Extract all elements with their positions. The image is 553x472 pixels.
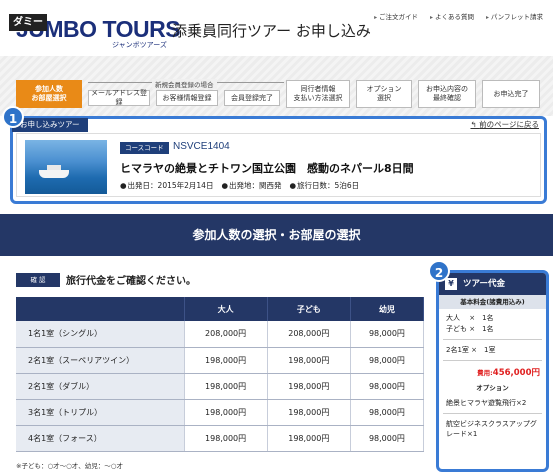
table-row: 1名1室（シングル） 208,000円 208,000円 98,000円 xyxy=(16,321,425,348)
step-email-registration: メールアドレス登録 xyxy=(88,89,150,106)
tour-meta: 出発日：2015年2月14日 出発地：関西発 旅行日数：5泊6日 xyxy=(120,180,360,191)
trip-duration: 旅行日数：5泊6日 xyxy=(290,180,359,191)
table-row: 2名1室（ダブル） 198,000円 198,000円 98,000円 xyxy=(16,373,425,400)
adult-price: 198,000円 xyxy=(184,399,268,426)
departure-date: 出発日：2015年2月14日 xyxy=(120,180,214,191)
room-type: 2名1室（スーペリアツイン） xyxy=(16,347,185,374)
yen-icon: ¥ xyxy=(445,277,457,290)
infant-header: 幼児 xyxy=(350,297,425,321)
step-options: オプション 選択 xyxy=(356,80,412,108)
new-member-label: 新規会員登録の場合 xyxy=(152,79,217,89)
room-type-header xyxy=(16,297,185,321)
adult-price: 198,000円 xyxy=(184,425,268,452)
page-title: 添乗員同行ツアー お申し込み xyxy=(172,22,371,40)
brochure-link[interactable]: パンフレット請求 xyxy=(486,11,543,21)
ship-hull-shape xyxy=(39,170,69,178)
section-title: 参加人数の選択・お部屋の選択 xyxy=(0,214,553,256)
adult-header: 大人 xyxy=(184,297,268,321)
dummy-label: ダミー xyxy=(9,14,47,31)
child-price: 198,000円 xyxy=(267,347,351,374)
site-header: ダミー JUMBO TOURS ジャンボツアーズ 添乗員同行ツアー お申し込み … xyxy=(0,0,553,56)
subtotal-label: 費用: xyxy=(477,369,493,377)
infant-price: 98,000円 xyxy=(350,425,425,452)
infant-price: 98,000円 xyxy=(350,347,425,374)
divider xyxy=(443,339,542,340)
back-link[interactable]: ↰ 前のページに戻る xyxy=(470,119,539,130)
subtotal-value: 456,000円 xyxy=(492,368,540,378)
room-type: 3名1室（トリプル） xyxy=(16,399,185,426)
table-row: 2名1室（スーペリアツイン） 198,000円 198,000円 98,000円 xyxy=(16,347,425,374)
child-price: 198,000円 xyxy=(267,373,351,400)
price-table-header: 大人 子ども 幼児 xyxy=(16,297,425,321)
cruise-ship-image xyxy=(25,140,107,194)
child-header: 子ども xyxy=(267,297,351,321)
adult-price: 208,000円 xyxy=(184,321,268,348)
order-guide-link[interactable]: ご注文ガイド xyxy=(374,11,418,21)
adult-count: 大人 × 1名 xyxy=(446,314,494,322)
back-arrow-icon: ↰ xyxy=(470,120,480,129)
child-price: 208,000円 xyxy=(267,321,351,348)
confirm-tag: 確 認 xyxy=(16,273,60,287)
child-price: 198,000円 xyxy=(267,425,351,452)
back-link-label: 前のページに戻る xyxy=(479,120,539,129)
adult-price: 198,000円 xyxy=(184,373,268,400)
basic-fee-label: 基本料金(諸費用込み) xyxy=(439,295,546,309)
option-item: 絶景ヒマラヤ遊覧飛行×2 xyxy=(446,399,527,407)
price-table: 大人 子ども 幼児 1名1室（シングル） 208,000円 208,000円 9… xyxy=(16,297,425,452)
step-companion-payment: 同行者情報 支払い方法選択 xyxy=(286,80,350,108)
infant-price: 98,000円 xyxy=(350,373,425,400)
departure-place: 出発地：関西発 xyxy=(221,180,282,191)
divider xyxy=(443,413,542,414)
child-price: 198,000円 xyxy=(267,399,351,426)
table-row: 4名1室（フォース） 198,000円 198,000円 98,000円 xyxy=(16,425,425,452)
step-badge-2: 2 xyxy=(428,260,450,282)
tour-price-panel: ¥ ツアー代金 基本料金(諸費用込み) 大人 × 1名 子ども × 1名 2名1室… xyxy=(436,270,549,472)
option-item: 航空ビジネスクラスアップグレード×1 xyxy=(446,420,537,438)
step-complete: お申込完了 xyxy=(482,80,540,108)
course-code-label: コースコード xyxy=(120,142,169,154)
step-final-confirm: お申込内容の 最終確認 xyxy=(418,80,476,108)
divider xyxy=(443,360,542,361)
room-type: 1名1室（シングル） xyxy=(16,321,185,348)
confirm-heading: 旅行代金をご確認ください。 xyxy=(66,276,196,287)
course-code: NSVCE1404 xyxy=(173,141,230,152)
infant-price: 98,000円 xyxy=(350,399,425,426)
top-links: ご注文ガイド よくある質問 パンフレット請求 xyxy=(374,11,543,21)
room-type: 4名1室（フォース） xyxy=(16,425,185,452)
option-label: オプション xyxy=(439,381,546,395)
tour-price-header: ¥ ツアー代金 xyxy=(439,273,546,295)
infant-price: 98,000円 xyxy=(350,321,425,348)
room-count: 2名1室 × 1室 xyxy=(446,346,496,354)
step-participants-room: 参加人数 お部屋選択 xyxy=(16,80,82,108)
room-type: 2名1室（ダブル） xyxy=(16,373,185,400)
table-row: 3名1室（トリプル） 198,000円 198,000円 98,000円 xyxy=(16,399,425,426)
subtotal: 費用:456,000円 xyxy=(439,363,546,381)
age-footnote: ※子ども：○才～○才、幼児：～○才 xyxy=(16,462,123,470)
tour-title: ヒマラヤの絶景とチトワン国立公園 感動のネパール8日間 xyxy=(120,162,414,175)
child-count: 子ども × 1名 xyxy=(446,325,494,333)
step-member-complete: 会員登録完了 xyxy=(224,90,280,106)
faq-link[interactable]: よくある質問 xyxy=(430,11,474,21)
adult-price: 198,000円 xyxy=(184,347,268,374)
tour-price-title: ツアー代金 xyxy=(463,279,505,289)
step-customer-info: お客様情報登録 xyxy=(156,90,218,106)
step-badge-1: 1 xyxy=(2,106,24,128)
site-logo-sub: ジャンボツアーズ xyxy=(112,41,167,49)
